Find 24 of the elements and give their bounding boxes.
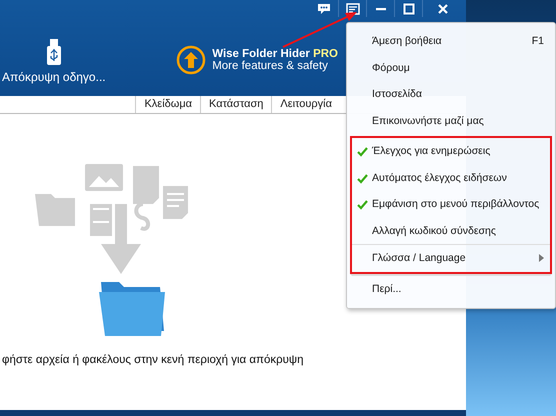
hide-drive-button[interactable]: Απόκρυψη οδηγο... [0,35,108,88]
usb-drive-icon [46,39,61,65]
menu-item[interactable]: Περί... [352,276,550,302]
promo-subtitle[interactable]: More features & safety [212,60,338,72]
menu-item[interactable]: Άμεση βοήθεια F1 [352,28,550,54]
submenu-arrow-icon [539,254,544,262]
checkmark-icon [357,147,368,157]
menu-item[interactable]: Φόρουμ [352,54,550,81]
menu-item[interactable]: Έλεγχος για ενημερώσεις [352,138,550,164]
product-name[interactable]: Wise Folder Hider [212,48,310,60]
menu-item[interactable]: Αυτόματος έλεγχος ειδήσεων [352,164,550,191]
menu-item[interactable]: Εμφάνιση στο μενού περιβάλλοντος [352,191,550,218]
upgrade-icon[interactable] [176,44,206,74]
menu-item[interactable]: Γλώσσα / Language [352,244,550,272]
column-header[interactable]: Κλείδωμα [135,96,200,113]
pro-label[interactable]: PRO [313,48,338,60]
menu-item[interactable]: Επικοινωνήστε μαζί μας [352,108,550,134]
menu-item[interactable]: Ιστοσελίδα [352,81,550,108]
checkmark-icon [357,174,368,184]
column-header[interactable]: Κατάσταση [200,96,272,113]
menu-item[interactable]: Αλλαγή κωδικού σύνδεσης [352,218,550,244]
checkmark-icon [357,200,368,210]
column-header[interactable]: Λειτουργία [271,96,340,113]
empty-area-hint: φήστε αρχεία ή φακέλους στην κενή περιοχή για απόκρυψη [2,354,304,366]
